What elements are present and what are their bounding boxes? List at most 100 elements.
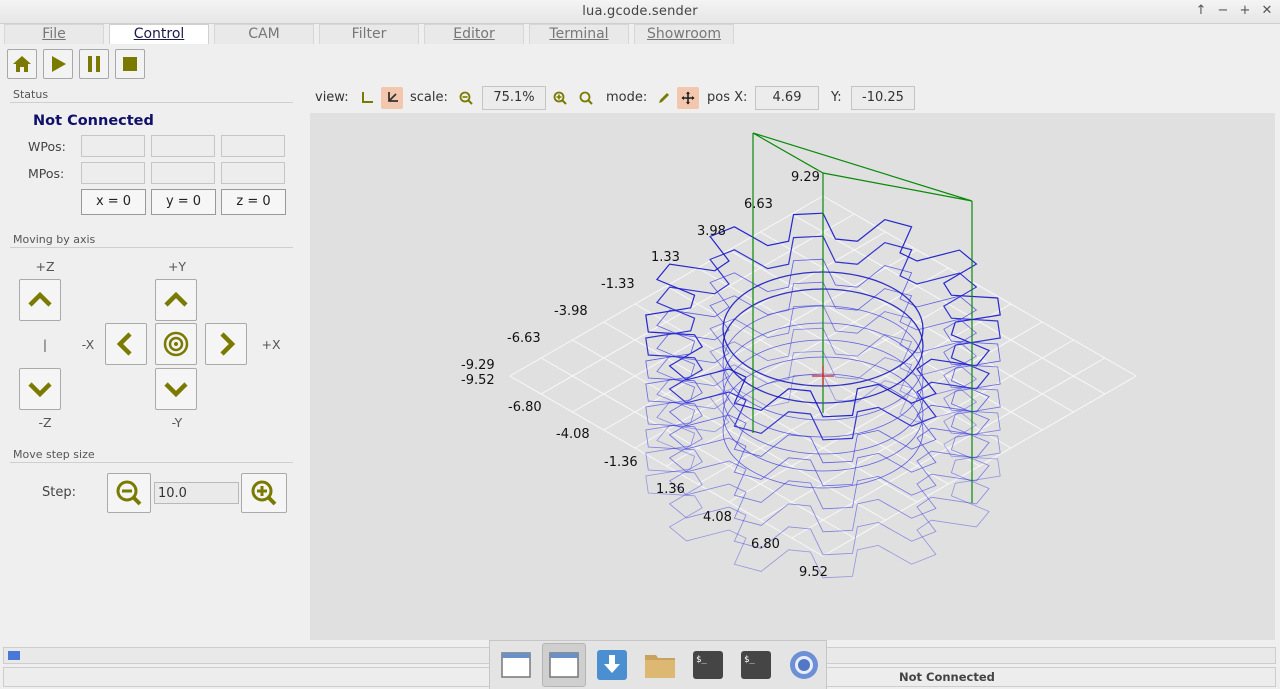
y-axis-tick-label: 1.33 bbox=[651, 250, 680, 265]
svg-text:$_: $_ bbox=[744, 655, 755, 665]
posx-field[interactable]: 4.69 bbox=[755, 86, 819, 110]
zoom-in-icon bbox=[553, 91, 567, 105]
zoom-out-icon bbox=[116, 480, 142, 506]
mode-move-button[interactable] bbox=[677, 87, 699, 109]
dock-terminal-2[interactable]: $_ bbox=[734, 643, 778, 687]
terminal-icon: $_ bbox=[693, 651, 723, 679]
plus-y-label: +Y bbox=[167, 259, 187, 274]
pause-icon bbox=[88, 56, 100, 72]
dock-downloads[interactable] bbox=[590, 643, 634, 687]
wpos-y-field bbox=[151, 135, 215, 157]
section-divider bbox=[10, 247, 293, 248]
tab-file[interactable]: File bbox=[4, 24, 104, 44]
toolpath-scene[interactable]: 9.29 6.63 3.98 1.33 -1.33 -3.98 -6.63 -9.29-9.5… bbox=[310, 113, 1275, 640]
mpos-y-field bbox=[151, 162, 215, 184]
section-divider bbox=[10, 102, 293, 103]
posy-field[interactable]: -10.25 bbox=[851, 86, 915, 110]
step-decrease-button[interactable] bbox=[107, 473, 151, 513]
move-icon bbox=[681, 91, 695, 105]
x-axis-tick-label: 6.80 bbox=[751, 537, 780, 552]
zoom-in-button[interactable] bbox=[549, 87, 571, 109]
mode-label: mode: bbox=[606, 90, 648, 105]
step-size-input[interactable] bbox=[154, 482, 239, 504]
mpos-z-field bbox=[221, 162, 285, 184]
center-button[interactable] bbox=[155, 323, 197, 365]
axes-2d-icon bbox=[362, 92, 373, 103]
y-axis-tick-label: -1.33 bbox=[601, 277, 635, 292]
chevron-left-icon bbox=[116, 332, 132, 356]
mpos-x-field bbox=[81, 162, 145, 184]
dock-window-2[interactable] bbox=[542, 643, 586, 687]
zero-x-button[interactable]: x = 0 bbox=[81, 189, 146, 215]
y-axis-tick-label: -3.98 bbox=[554, 304, 588, 319]
control-toolbar bbox=[7, 49, 145, 79]
y-axis-tick-label: 9.29 bbox=[791, 170, 820, 185]
dock-terminal-1[interactable]: $_ bbox=[686, 643, 730, 687]
tab-filter[interactable]: Filter bbox=[319, 24, 419, 44]
chevron-down-icon bbox=[164, 382, 188, 398]
main-tabs: File Control CAM Filter Editor Terminal … bbox=[4, 24, 739, 44]
stop-button[interactable] bbox=[115, 49, 145, 79]
dock-window-1[interactable] bbox=[494, 643, 538, 687]
close-icon[interactable]: ✕ bbox=[1260, 3, 1274, 19]
dock-files[interactable] bbox=[638, 643, 682, 687]
x-axis-tick-label: 9.52 bbox=[799, 565, 828, 580]
x-right-button[interactable] bbox=[205, 323, 247, 365]
tab-cam[interactable]: CAM bbox=[214, 24, 314, 44]
y-axis-tick-label: -6.63 bbox=[507, 331, 541, 346]
z-down-button[interactable] bbox=[19, 368, 61, 410]
tab-terminal[interactable]: Terminal bbox=[529, 24, 629, 44]
wpos-z-field bbox=[221, 135, 285, 157]
home-button[interactable] bbox=[7, 49, 37, 79]
view-3d-button[interactable] bbox=[381, 87, 403, 109]
y-axis-tick-label: -9.29 bbox=[461, 358, 495, 373]
minimize-icon[interactable]: − bbox=[1216, 3, 1230, 19]
x-left-button[interactable] bbox=[105, 323, 147, 365]
play-button[interactable] bbox=[43, 49, 73, 79]
gcode-3d-view[interactable]: 9.29 6.63 3.98 1.33 -1.33 -3.98 -6.63 -9.29 -9.5… bbox=[310, 113, 1275, 640]
y-down-button[interactable] bbox=[155, 368, 197, 410]
download-icon bbox=[597, 650, 627, 680]
taskbar-dock: $_ $_ bbox=[489, 640, 827, 689]
y-axis-tick-label: 6.63 bbox=[744, 197, 773, 212]
y-up-button[interactable] bbox=[155, 279, 197, 321]
tab-editor[interactable]: Editor bbox=[424, 24, 524, 44]
view-top-button[interactable] bbox=[356, 87, 378, 109]
view-label: view: bbox=[315, 90, 349, 105]
zero-y-button[interactable]: y = 0 bbox=[151, 189, 216, 215]
folder-icon bbox=[645, 655, 675, 678]
axes-3d-icon bbox=[388, 92, 398, 102]
scale-value-field[interactable]: 75.1% bbox=[482, 86, 546, 110]
maximize-icon[interactable]: + bbox=[1238, 3, 1252, 19]
maximize-arrow-icon[interactable]: ↑ bbox=[1194, 3, 1208, 19]
z-up-button[interactable] bbox=[19, 279, 61, 321]
dock-browser[interactable] bbox=[782, 643, 826, 687]
zoom-fit-button[interactable] bbox=[575, 87, 597, 109]
status-section-title: Status bbox=[13, 88, 49, 101]
step-increase-button[interactable] bbox=[241, 473, 287, 513]
stop-icon bbox=[123, 57, 137, 71]
tab-control[interactable]: Control bbox=[109, 24, 209, 44]
posx-label: pos X: bbox=[707, 90, 748, 105]
zoom-out-button[interactable] bbox=[455, 87, 477, 109]
wpos-label: WPos: bbox=[28, 139, 66, 154]
browser-icon bbox=[790, 651, 818, 679]
target-icon bbox=[163, 331, 189, 357]
pause-button[interactable] bbox=[79, 49, 109, 79]
step-label: Step: bbox=[42, 485, 76, 500]
home-icon bbox=[13, 56, 31, 72]
z-separator: | bbox=[42, 337, 48, 352]
mode-edit-button[interactable] bbox=[653, 87, 675, 109]
posy-label: Y: bbox=[831, 90, 842, 105]
moving-section-title: Moving by axis bbox=[13, 233, 96, 246]
zero-z-button[interactable]: z = 0 bbox=[221, 189, 286, 215]
play-icon bbox=[52, 56, 66, 72]
svg-text:$_: $_ bbox=[696, 655, 707, 665]
scale-label: scale: bbox=[410, 90, 448, 105]
tab-showroom[interactable]: Showroom bbox=[634, 24, 734, 44]
chevron-right-icon bbox=[220, 332, 236, 356]
plus-z-label: +Z bbox=[35, 259, 55, 274]
title-bar: lua.gcode.sender ↑ − + ✕ bbox=[0, 0, 1280, 24]
section-divider bbox=[10, 462, 293, 463]
zoom-out-icon bbox=[459, 91, 473, 105]
